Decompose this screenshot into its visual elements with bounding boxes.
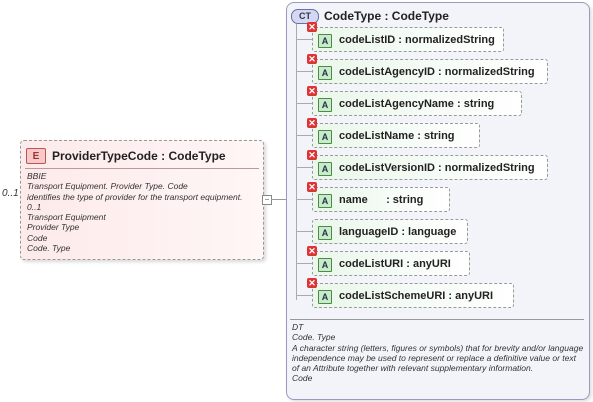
- attribute-connector: [297, 39, 312, 40]
- attribute-connector: [297, 199, 312, 200]
- attribute-item[interactable]: A languageID : language: [312, 219, 468, 244]
- prohibited-icon: ✕: [307, 86, 317, 96]
- attribute-label: languageID : language: [339, 225, 457, 238]
- attribute-connector: [297, 231, 312, 232]
- attribute-label: codeListAgencyName : string: [339, 97, 495, 110]
- attribute-item[interactable]: A ✕ name : string: [307, 182, 450, 212]
- element-divider: [25, 168, 259, 169]
- attribute-connector: [297, 103, 312, 104]
- element-doc-line: Provider Type: [27, 222, 80, 233]
- attribute-label: codeListName : string: [339, 129, 455, 142]
- attribute-badge-icon: A: [318, 290, 332, 304]
- attribute-label: codeListSchemeURI : anyURI: [339, 289, 494, 302]
- element-doc-line: Code. Type: [27, 243, 71, 254]
- element-badge-icon: E: [26, 148, 46, 164]
- attribute-item[interactable]: A ✕ codeListAgencyID : normalizedString: [307, 54, 548, 84]
- attribute-label: name : string: [339, 193, 424, 206]
- attribute-connector: [297, 295, 312, 296]
- complex-type-doc-line: DT: [292, 322, 304, 332]
- attribute-item[interactable]: A ✕ codeListSchemeURI : anyURI: [307, 278, 514, 308]
- element-doc-line: BBIE: [27, 171, 47, 181]
- attribute-item[interactable]: A ✕ codeListName : string: [307, 118, 480, 148]
- attribute-badge-icon: A: [318, 226, 332, 240]
- complex-type-divider: [290, 319, 584, 320]
- prohibited-icon: ✕: [307, 118, 317, 128]
- attribute-tree-line: [296, 24, 297, 300]
- multiplicity-label: 0..1: [2, 188, 19, 199]
- attribute-label: codeListAgencyID : normalizedString: [339, 65, 535, 78]
- element-doc-line: Transport Equipment: [27, 212, 106, 223]
- element-doc-line: 0..1: [27, 201, 42, 212]
- element-provider-type-code[interactable]: E ProviderTypeCode : CodeType BBIE Trans…: [20, 140, 264, 260]
- attribute-connector: [297, 167, 312, 168]
- prohibited-icon: ✕: [307, 22, 317, 32]
- prohibited-icon: ✕: [307, 150, 317, 160]
- prohibited-icon: ✕: [307, 278, 317, 288]
- attribute-connector: [297, 71, 312, 72]
- attribute-badge-icon: A: [318, 162, 332, 176]
- complex-type-doc-line: Code. Type: [292, 332, 336, 343]
- attribute-badge-icon: A: [318, 98, 332, 112]
- element-doc-line: Transport Equipment. Provider Type. Code: [27, 181, 188, 192]
- attribute-badge-icon: A: [318, 194, 332, 208]
- prohibited-icon: ✕: [307, 182, 317, 192]
- collapse-toggle-icon[interactable]: −: [262, 195, 272, 205]
- element-doc-line: Code: [27, 232, 48, 243]
- attribute-badge-icon: A: [318, 66, 332, 80]
- attribute-badge-icon: A: [318, 34, 332, 48]
- prohibited-icon: ✕: [307, 246, 317, 256]
- attribute-label: codeListID : normalizedString: [339, 33, 495, 46]
- attribute-item[interactable]: A ✕ codeListID : normalizedString: [307, 22, 504, 52]
- complex-type-title: CodeType : CodeType: [324, 9, 449, 23]
- attribute-badge-icon: A: [318, 258, 332, 272]
- element-title: ProviderTypeCode : CodeType: [52, 149, 226, 163]
- complex-type-doc-line: Code: [292, 373, 313, 384]
- attribute-label: codeListVersionID : normalizedString: [339, 161, 535, 174]
- attribute-item[interactable]: A ✕ codeListURI : anyURI: [307, 246, 470, 276]
- complex-type-documentation: DT Code. Type A character string (letter…: [292, 322, 584, 384]
- attribute-connector: [297, 263, 312, 264]
- attribute-connector: [297, 135, 312, 136]
- attribute-item[interactable]: A ✕ codeListAgencyName : string: [307, 86, 522, 116]
- attribute-item[interactable]: A ✕ codeListVersionID : normalizedString: [307, 150, 548, 180]
- attribute-badge-icon: A: [318, 130, 332, 144]
- prohibited-icon: ✕: [307, 54, 317, 64]
- complex-type-doc-line: A character string (letters, figures or …: [292, 342, 584, 374]
- element-documentation: BBIE Transport Equipment. Provider Type.…: [27, 171, 242, 253]
- attribute-label: codeListURI : anyURI: [339, 257, 451, 270]
- element-header: E ProviderTypeCode : CodeType: [26, 147, 226, 165]
- element-doc-line: identifies the type of provider for the …: [27, 191, 243, 202]
